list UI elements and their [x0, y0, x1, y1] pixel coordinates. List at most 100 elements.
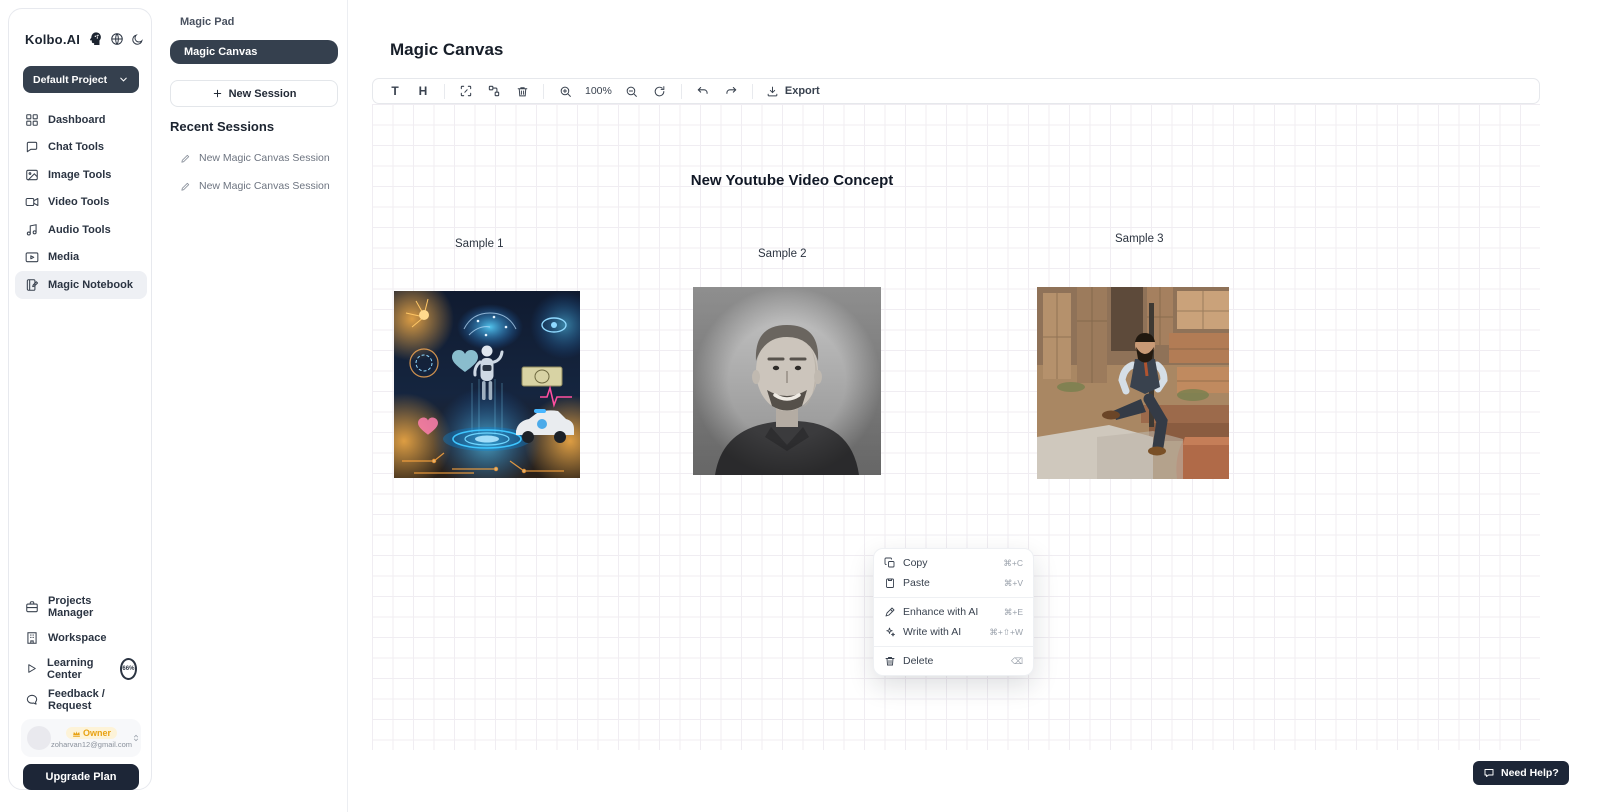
pencil-icon	[180, 181, 191, 192]
sidebar-item-workspace[interactable]: Workspace	[15, 622, 147, 653]
shortcut-hint: ⌘+⇧+W	[989, 627, 1023, 638]
sidebar-item-media[interactable]: Media	[15, 244, 147, 272]
dashboard-icon	[25, 113, 39, 127]
context-menu-item-delete[interactable]: Delete ⌫	[874, 651, 1033, 671]
dark-mode-moon-icon[interactable]	[131, 33, 144, 46]
music-note-icon	[25, 223, 39, 237]
help-chat-icon	[1483, 767, 1495, 779]
context-menu-item-enhance-with-ai[interactable]: Enhance with AI ⌘+E	[874, 602, 1033, 622]
context-menu-divider	[874, 597, 1033, 598]
context-menu-item-write-with-ai[interactable]: Write with AI ⌘+⇧+W	[874, 622, 1033, 642]
shortcut-hint: ⌫	[1011, 656, 1023, 667]
toolbar-divider	[444, 84, 445, 99]
magic-pad-panel: Magic Pad Magic Canvas New Session Recen…	[156, 0, 348, 812]
shortcut-hint: ⌘+E	[1004, 607, 1023, 618]
user-account-card[interactable]: Owner zoharvan12@gmail.com	[21, 719, 141, 757]
plus-icon	[212, 88, 223, 99]
logo-row: Kolbo.AI	[25, 31, 141, 47]
sidebar-item-label: Audio Tools	[48, 224, 111, 236]
primary-sidebar: Kolbo.AI Default Project Dashboard	[8, 8, 152, 790]
sample-1-label[interactable]: Sample 1	[455, 238, 504, 250]
pencil-icon	[180, 153, 191, 164]
sidebar-footer-nav: Projects Manager Workspace Learning Cent…	[15, 591, 147, 715]
reset-view-button[interactable]	[648, 80, 672, 102]
toolbar-divider	[543, 84, 544, 99]
sidebar-item-chat-tools[interactable]: Chat Tools	[15, 134, 147, 162]
sample-2-label[interactable]: Sample 2	[758, 248, 807, 260]
magic-pen-icon	[884, 606, 896, 618]
export-button[interactable]: Export	[762, 85, 824, 98]
sidebar-item-video-tools[interactable]: Video Tools	[15, 189, 147, 217]
text-tool-button[interactable]: T	[383, 80, 407, 102]
redo-button[interactable]	[719, 80, 743, 102]
sidebar-item-label: Video Tools	[48, 196, 109, 208]
trash-icon	[884, 655, 896, 667]
download-icon	[766, 85, 779, 98]
feedback-bubble-icon	[25, 693, 39, 707]
notebook-pen-icon	[25, 278, 39, 292]
sidebar-item-dashboard[interactable]: Dashboard	[15, 106, 147, 134]
session-item[interactable]: New Magic Canvas Session	[180, 177, 340, 195]
app-logo: Kolbo.AI	[25, 32, 80, 47]
briefcase-icon	[25, 600, 39, 614]
undo-button[interactable]	[691, 80, 715, 102]
sidebar-item-label: Magic Notebook	[48, 279, 133, 291]
sample-3-label[interactable]: Sample 3	[1115, 233, 1164, 245]
zoom-level: 100%	[581, 85, 616, 97]
need-help-button[interactable]: Need Help?	[1473, 761, 1569, 785]
toolbar-divider	[752, 84, 753, 99]
user-email: zoharvan12@gmail.com	[51, 740, 132, 749]
globe-icon[interactable]	[110, 32, 124, 46]
copy-icon	[884, 557, 896, 569]
upgrade-plan-button[interactable]: Upgrade Plan	[23, 764, 139, 790]
project-selector-label: Default Project	[33, 74, 107, 86]
video-camera-icon	[25, 195, 39, 209]
heading-tool-button[interactable]: H	[411, 80, 435, 102]
sample-2-image[interactable]	[693, 287, 881, 475]
panel-title: Magic Pad	[180, 16, 234, 28]
page-title: Magic Canvas	[390, 40, 503, 60]
session-item[interactable]: New Magic Canvas Session	[180, 149, 340, 167]
play-icon	[25, 662, 38, 675]
sidebar-item-label: Dashboard	[48, 114, 105, 126]
sidebar-item-learning-center[interactable]: Learning Center 66%	[15, 653, 147, 684]
avatar	[27, 726, 51, 750]
context-menu-divider	[874, 646, 1033, 647]
media-folder-icon	[25, 250, 39, 264]
project-selector[interactable]: Default Project	[23, 66, 139, 93]
connector-tool-button[interactable]	[482, 80, 506, 102]
sidebar-item-label: Image Tools	[48, 169, 111, 181]
panel-item-magic-canvas[interactable]: Magic Canvas	[170, 40, 338, 64]
sidebar-item-label: Projects Manager	[48, 595, 137, 619]
new-session-button[interactable]: New Session	[170, 80, 338, 107]
sidebar-item-label: Feedback / Request	[48, 688, 137, 712]
sidebar-item-label: Chat Tools	[48, 141, 104, 153]
building-icon	[25, 631, 39, 645]
sidebar-item-feedback-request[interactable]: Feedback / Request	[15, 684, 147, 715]
sidebar-item-image-tools[interactable]: Image Tools	[15, 161, 147, 189]
learning-progress-badge: 66%	[120, 658, 137, 680]
expand-chevrons-icon	[132, 733, 140, 743]
sample-3-image[interactable]	[1037, 287, 1229, 479]
delete-tool-button[interactable]	[510, 80, 534, 102]
canvas-heading-text[interactable]: New Youtube Video Concept	[691, 172, 894, 189]
context-menu-item-copy[interactable]: Copy ⌘+C	[874, 553, 1033, 573]
sparkles-icon	[884, 626, 896, 638]
zoom-in-button[interactable]	[553, 80, 577, 102]
sidebar-item-label: Learning Center	[47, 657, 109, 681]
shortcut-hint: ⌘+V	[1004, 578, 1023, 589]
sidebar-nav: Dashboard Chat Tools Image Tools Video T…	[15, 106, 147, 299]
owner-role-badge: Owner	[66, 727, 117, 739]
sidebar-item-projects-manager[interactable]: Projects Manager	[15, 591, 147, 622]
app-root: Kolbo.AI Default Project Dashboard	[0, 0, 1600, 812]
zoom-out-button[interactable]	[620, 80, 644, 102]
sidebar-item-magic-notebook[interactable]: Magic Notebook	[15, 271, 147, 299]
sidebar-item-audio-tools[interactable]: Audio Tools	[15, 216, 147, 244]
context-menu-item-paste[interactable]: Paste ⌘+V	[874, 573, 1033, 593]
sample-1-image[interactable]: ¥	[394, 291, 580, 478]
ai-select-tool-button[interactable]	[454, 80, 478, 102]
crown-icon	[72, 729, 81, 738]
sidebar-item-label: Media	[48, 251, 79, 263]
brain-head-icon	[87, 31, 103, 47]
recent-sessions-title: Recent Sessions	[170, 119, 274, 134]
